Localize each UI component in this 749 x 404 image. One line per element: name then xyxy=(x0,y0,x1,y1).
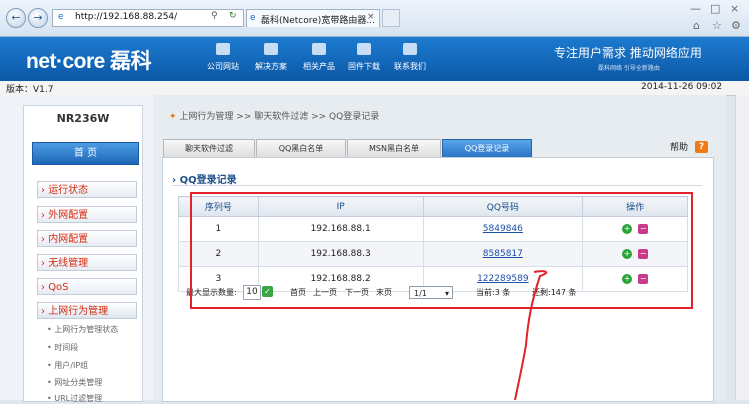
scrollbar[interactable] xyxy=(735,95,749,400)
annotation-arrow xyxy=(514,270,548,400)
